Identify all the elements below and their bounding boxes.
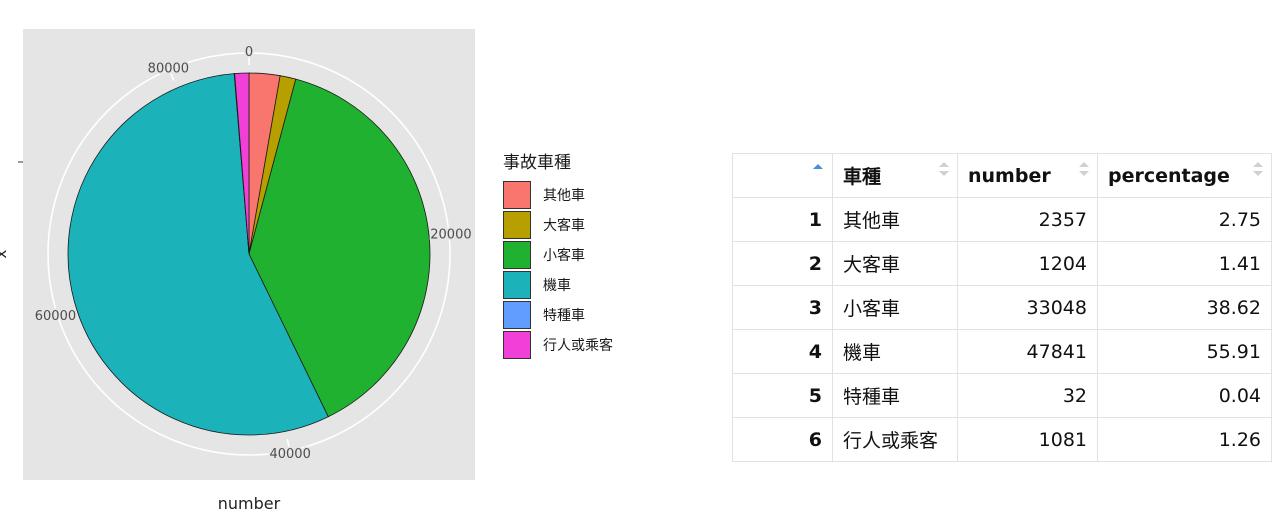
- sort-icon[interactable]: [813, 164, 823, 180]
- row-index: 4: [732, 329, 833, 374]
- legend-title: 事故車種: [503, 153, 571, 173]
- legend-swatch: [503, 241, 531, 269]
- row-number: 47841: [957, 329, 1098, 374]
- table-row: 2 大客車 1204 1.41: [732, 241, 1272, 286]
- legend-label: 行人或乘客: [543, 338, 613, 354]
- sort-icon[interactable]: [1253, 162, 1263, 178]
- row-vehicle-type: 機車: [832, 329, 958, 374]
- tick-label: 60000: [35, 309, 76, 324]
- data-table: 車種 number percentage 1 其他車 2357 2.75 2 大…: [732, 153, 1272, 462]
- tick-label: 40000: [269, 447, 310, 462]
- table-row: 1 其他車 2357 2.75: [732, 197, 1272, 242]
- tick-label: 20000: [430, 227, 471, 242]
- row-number: 2357: [957, 197, 1098, 242]
- tick-label: 80000: [148, 62, 189, 77]
- legend-item: 機車: [503, 270, 613, 300]
- header-index[interactable]: [732, 153, 833, 198]
- table-row: 5 特種車 32 0.04: [732, 373, 1272, 418]
- legend-item: 其他車: [503, 180, 613, 210]
- legend-label: 特種車: [543, 308, 585, 324]
- row-percentage: 1.41: [1097, 241, 1272, 286]
- row-percentage: 1.26: [1097, 417, 1272, 462]
- sort-icon[interactable]: [939, 162, 949, 178]
- y-axis-label: x: [0, 249, 10, 258]
- row-index: 2: [732, 241, 833, 286]
- pie-slices: [67, 72, 431, 436]
- legend-swatch: [503, 271, 531, 299]
- row-vehicle-type: 其他車: [832, 197, 958, 242]
- table-header-row: 車種 number percentage: [732, 153, 1272, 198]
- row-percentage: 38.62: [1097, 285, 1272, 330]
- row-number: 1081: [957, 417, 1098, 462]
- row-number: 1204: [957, 241, 1098, 286]
- legend-item: 小客車: [503, 240, 613, 270]
- row-vehicle-type: 行人或乘客: [832, 417, 958, 462]
- legend-label: 機車: [543, 278, 571, 294]
- table-row: 6 行人或乘客 1081 1.26: [732, 417, 1272, 462]
- row-percentage: 2.75: [1097, 197, 1272, 242]
- row-vehicle-type: 小客車: [832, 285, 958, 330]
- row-percentage: 0.04: [1097, 373, 1272, 418]
- row-vehicle-type: 大客車: [832, 241, 958, 286]
- legend-label: 小客車: [543, 248, 585, 264]
- header-number[interactable]: number: [957, 153, 1098, 198]
- sort-icon[interactable]: [1079, 162, 1089, 178]
- legend-swatch: [503, 211, 531, 239]
- row-index: 5: [732, 373, 833, 418]
- legend-item: 大客車: [503, 210, 613, 240]
- row-index: 1: [732, 197, 833, 242]
- row-percentage: 55.91: [1097, 329, 1272, 374]
- legend-swatch: [503, 181, 531, 209]
- row-number: 32: [957, 373, 1098, 418]
- header-vehicle-type[interactable]: 車種: [832, 153, 958, 198]
- legend-swatch: [503, 301, 531, 329]
- legend-items: 其他車大客車小客車機車特種車行人或乘客: [503, 180, 613, 360]
- row-index: 6: [732, 417, 833, 462]
- header-percentage[interactable]: percentage: [1097, 153, 1272, 198]
- x-axis-label: number: [218, 494, 281, 513]
- row-number: 33048: [957, 285, 1098, 330]
- row-vehicle-type: 特種車: [832, 373, 958, 418]
- legend-swatch: [503, 331, 531, 359]
- legend-label: 大客車: [543, 218, 585, 234]
- row-index: 3: [732, 285, 833, 330]
- table-row: 3 小客車 33048 38.62: [732, 285, 1272, 330]
- tick-label: 0: [245, 45, 253, 60]
- legend-label: 其他車: [543, 188, 585, 204]
- legend-item: 行人或乘客: [503, 330, 613, 360]
- legend-item: 特種車: [503, 300, 613, 330]
- legend: 事故車種 其他車大客車小客車機車特種車行人或乘客: [503, 148, 613, 360]
- table-row: 4 機車 47841 55.91: [732, 329, 1272, 374]
